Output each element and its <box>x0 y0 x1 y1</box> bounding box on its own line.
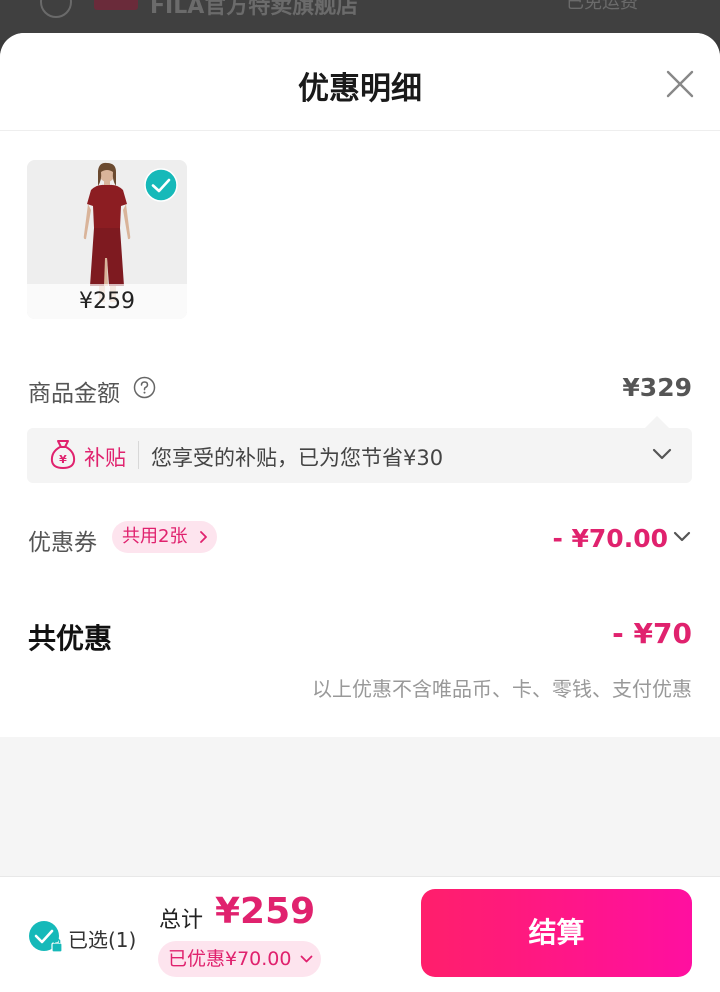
saved-amount-pill[interactable]: 已优惠¥70.00 <box>158 941 322 977</box>
selected-check-icon[interactable] <box>144 168 178 202</box>
goods-amount-value: ¥329 <box>622 373 692 402</box>
checkout-button[interactable]: 结算 <box>421 889 692 977</box>
checkout-bar: 已选(1) 总计 ¥259 已优惠¥70.00 结算 <box>0 876 720 992</box>
money-bag-icon: ¥ <box>50 440 76 469</box>
product-price: ¥259 <box>27 284 187 319</box>
chevron-down-icon <box>652 448 672 460</box>
total-discount-label: 共优惠 <box>28 622 113 655</box>
coupon-count-badge[interactable]: 共用2张 <box>112 521 218 553</box>
sheet-title: 优惠明细 <box>298 71 422 107</box>
store-name: FILA官方特卖旗舰店 <box>150 0 359 19</box>
select-all-check-icon[interactable] <box>28 919 64 955</box>
discount-detail-sheet: 优惠明细 ¥259 商品金额 ¥329 ¥ 补贴 您享受的补贴，已为您节省¥30… <box>0 33 720 992</box>
shipping-status: 已免运费 <box>566 0 638 13</box>
back-circle-icon <box>40 0 72 18</box>
divider <box>138 441 139 469</box>
help-question-icon[interactable] <box>133 376 156 399</box>
coupon-label: 优惠券 <box>28 530 97 556</box>
store-tag <box>94 0 138 10</box>
subsidy-tag: 补贴 <box>84 446 126 470</box>
saved-amount-text: 已优惠¥70.00 <box>168 948 292 970</box>
subsidy-info-row[interactable]: ¥ 补贴 您享受的补贴，已为您节省¥30 <box>27 428 692 483</box>
chevron-right-icon <box>200 531 208 543</box>
total-label: 总计 <box>159 908 204 933</box>
svg-text:¥: ¥ <box>59 453 67 466</box>
chevron-down-icon <box>301 955 313 963</box>
discount-note: 以上优惠不含唯品币、卡、零钱、支付优惠 <box>312 677 692 701</box>
selected-count-label: 已选(1) <box>68 928 137 952</box>
coupon-amount: - ¥70.00 <box>552 524 668 553</box>
subsidy-text: 您享受的补贴，已为您节省¥30 <box>151 446 444 470</box>
subsidy-pointer <box>645 416 669 428</box>
total-price: ¥259 <box>215 891 316 932</box>
total-discount-amount: - ¥70 <box>612 617 692 650</box>
coupon-count-text: 共用2张 <box>122 526 188 547</box>
sheet-header: 优惠明细 <box>0 33 720 131</box>
chevron-down-icon[interactable] <box>672 530 692 544</box>
close-icon[interactable] <box>660 64 700 104</box>
goods-amount-label: 商品金额 <box>28 381 120 407</box>
